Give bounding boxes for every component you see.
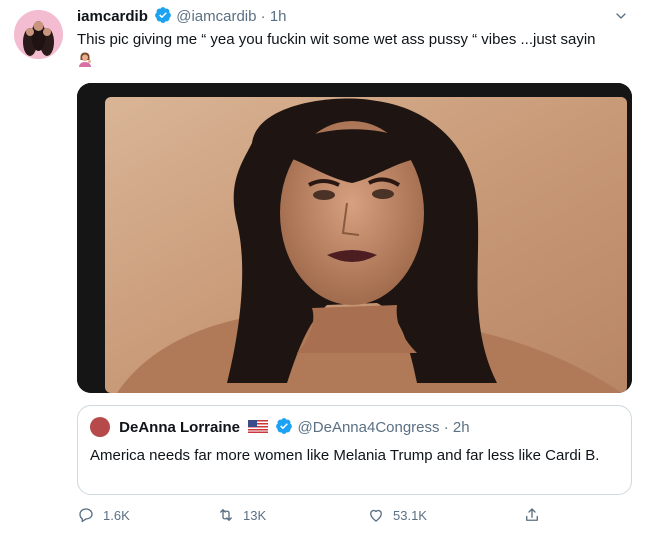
us-flag-icon — [248, 420, 269, 433]
reply-icon — [79, 508, 93, 523]
tweet-media-photo[interactable] — [77, 83, 632, 393]
quoted-tweet-header: DeAnna Lorraine @DeAnna4Congress · 2h — [90, 417, 470, 437]
tweet-text-block: This pic giving me “ yea you fuckin wit … — [77, 30, 637, 70]
tweet-text: This pic giving me “ yea you fuckin wit … — [77, 31, 596, 48]
verified-badge-icon — [155, 7, 171, 23]
tweet-actions-bar: 1.6K 13K 53.1K — [77, 506, 557, 530]
portrait-photo — [77, 83, 632, 393]
author-handle[interactable]: @iamcardib — [176, 8, 256, 25]
header-separator: · — [260, 8, 266, 25]
quoted-header-separator: · — [443, 419, 449, 436]
like-icon — [370, 509, 382, 522]
tweet-timestamp[interactable]: 1h — [270, 8, 287, 25]
verified-badge-icon — [276, 418, 293, 434]
author-avatar-image — [14, 10, 63, 59]
quoted-author-handle[interactable]: @DeAnna4Congress — [298, 419, 440, 436]
quoted-author-display-name[interactable]: DeAnna Lorraine — [119, 419, 240, 436]
share-icon — [526, 508, 538, 521]
like-button[interactable]: 53.1K — [367, 506, 427, 524]
woman-tipping-hand-emoji — [79, 52, 91, 67]
like-count: 53.1K — [393, 507, 427, 523]
retweet-icon — [220, 509, 232, 521]
reply-count: 1.6K — [103, 507, 130, 523]
quoted-tweet-timestamp[interactable]: 2h — [453, 419, 470, 436]
chevron-down-icon[interactable] — [613, 8, 629, 24]
quoted-tweet-text: America needs far more women like Melani… — [90, 447, 600, 464]
retweet-count: 13K — [243, 507, 267, 523]
reply-button[interactable]: 1.6K — [77, 506, 130, 524]
author-display-name[interactable]: iamcardib — [77, 8, 148, 25]
quoted-author-avatar[interactable] — [90, 417, 110, 437]
quoted-tweet-card[interactable]: DeAnna Lorraine @DeAnna4Congress · 2h Am… — [77, 405, 632, 495]
share-button[interactable] — [523, 506, 541, 524]
tweet-header: iamcardib @iamcardib · 1h — [77, 6, 629, 28]
author-avatar[interactable] — [14, 10, 63, 59]
retweet-button[interactable]: 13K — [217, 506, 266, 524]
